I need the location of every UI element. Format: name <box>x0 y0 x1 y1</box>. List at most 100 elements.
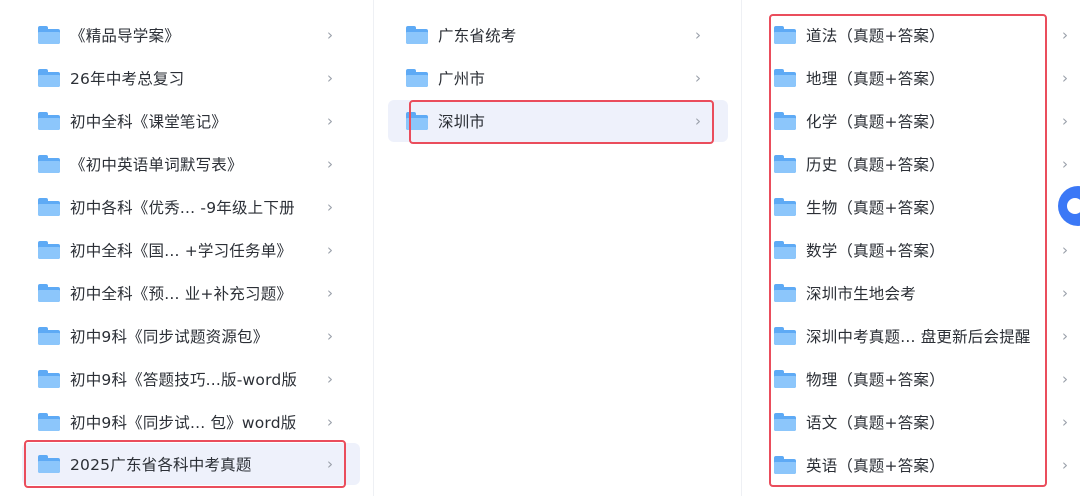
folder-label: 深圳市 <box>438 113 486 131</box>
folder-label: 生物（真题+答案） <box>806 199 945 217</box>
folder-label: 英语（真题+答案） <box>806 457 945 475</box>
folder-item[interactable]: 《精品导学案》 › <box>22 14 360 56</box>
folder-item[interactable]: 地理（真题+答案） › <box>757 57 1080 99</box>
chevron-right-icon: › <box>1062 413 1068 431</box>
chevron-right-icon: › <box>1062 69 1068 87</box>
folder-label: 初中全科《课堂笔记》 <box>70 113 228 131</box>
folder-icon <box>38 112 60 130</box>
folder-icon <box>406 69 428 87</box>
folder-item[interactable]: 深圳中考真题... 盘更新后会提醒 › <box>757 315 1080 357</box>
chevron-right-icon: › <box>327 198 333 216</box>
folder-icon <box>774 198 796 216</box>
folder-item-selected[interactable]: 2025广东省各科中考真题 › <box>22 443 360 485</box>
folder-item[interactable]: 《初中英语单词默写表》 › <box>22 143 360 185</box>
folder-item[interactable]: 广州市 › <box>388 57 728 99</box>
folder-item[interactable]: 初中9科《答题技巧...版-word版 › <box>22 358 360 400</box>
folder-label: 地理（真题+答案） <box>806 70 945 88</box>
folder-label: 初中全科《预... 业+补充习题》 <box>70 285 293 303</box>
chevron-right-icon: › <box>1062 241 1068 259</box>
folder-icon <box>774 413 796 431</box>
chevron-right-icon: › <box>327 69 333 87</box>
chevron-right-icon: › <box>327 241 333 259</box>
chevron-right-icon: › <box>327 284 333 302</box>
folder-label: 道法（真题+答案） <box>806 27 945 45</box>
folder-label: 《精品导学案》 <box>70 27 180 45</box>
folder-icon <box>38 284 60 302</box>
chevron-right-icon: › <box>327 327 333 345</box>
folder-item[interactable]: 初中全科《预... 业+补充习题》 › <box>22 272 360 314</box>
folder-item-selected[interactable]: 深圳市 › <box>388 100 728 142</box>
folder-label: 《初中英语单词默写表》 <box>70 156 243 174</box>
folder-icon <box>38 370 60 388</box>
folder-label: 2025广东省各科中考真题 <box>70 456 252 474</box>
chevron-right-icon: › <box>327 26 333 44</box>
folder-item[interactable]: 初中各科《优秀... -9年级上下册 › <box>22 186 360 228</box>
chevron-right-icon: › <box>1062 155 1068 173</box>
folder-label: 初中9科《同步试... 包》word版 <box>70 414 297 432</box>
folder-icon <box>38 198 60 216</box>
folder-label: 数学（真题+答案） <box>806 242 945 260</box>
folder-item[interactable]: 历史（真题+答案） › <box>757 143 1080 185</box>
chevron-right-icon: › <box>327 155 333 173</box>
folder-label: 初中各科《优秀... -9年级上下册 <box>70 199 295 217</box>
folder-column-root: 《精品导学案》 › 26年中考总复习 › 初中全科《课堂笔记》 › 《初中英语单… <box>22 0 360 496</box>
folder-item[interactable]: 初中全科《国... +学习任务单》 › <box>22 229 360 271</box>
folder-label: 26年中考总复习 <box>70 70 185 88</box>
folder-item[interactable]: 语文（真题+答案） › <box>757 401 1080 443</box>
folder-item[interactable]: 26年中考总复习 › <box>22 57 360 99</box>
folder-icon <box>406 112 428 130</box>
folder-label: 深圳市生地会考 <box>806 285 916 303</box>
folder-label: 初中全科《国... +学习任务单》 <box>70 242 293 260</box>
folder-icon <box>38 413 60 431</box>
folder-icon <box>774 327 796 345</box>
folder-label: 化学（真题+答案） <box>806 113 945 131</box>
chevron-right-icon: › <box>1062 112 1068 130</box>
column-divider <box>373 0 374 496</box>
chevron-right-icon: › <box>327 413 333 431</box>
folder-icon <box>38 327 60 345</box>
folder-item[interactable]: 数学（真题+答案） › <box>757 229 1080 271</box>
folder-icon <box>774 26 796 44</box>
folder-item[interactable]: 生物（真题+答案） › <box>757 186 1080 228</box>
folder-icon <box>406 26 428 44</box>
chevron-right-icon: › <box>327 455 333 473</box>
folder-icon <box>38 26 60 44</box>
folder-icon <box>774 456 796 474</box>
chevron-right-icon: › <box>1062 26 1068 44</box>
folder-item[interactable]: 广东省统考 › <box>388 14 728 56</box>
chevron-right-icon: › <box>1062 370 1068 388</box>
folder-item[interactable]: 物理（真题+答案） › <box>757 358 1080 400</box>
folder-label: 历史（真题+答案） <box>806 156 945 174</box>
folder-icon <box>38 155 60 173</box>
chevron-right-icon: › <box>1062 284 1068 302</box>
folder-column-province: 广东省统考 › 广州市 › 深圳市 › <box>388 0 728 496</box>
folder-icon <box>774 241 796 259</box>
folder-column-city: 道法（真题+答案） › 地理（真题+答案） › 化学（真题+答案） › 历史（真… <box>757 0 1080 496</box>
chevron-right-icon: › <box>327 370 333 388</box>
chevron-right-icon: › <box>327 112 333 130</box>
folder-item[interactable]: 初中9科《同步试... 包》word版 › <box>22 401 360 443</box>
folder-label: 语文（真题+答案） <box>806 414 945 432</box>
folder-label: 深圳中考真题... 盘更新后会提醒 <box>806 328 1031 346</box>
folder-item[interactable]: 深圳市生地会考 › <box>757 272 1080 314</box>
chevron-right-icon: › <box>695 26 701 44</box>
folder-item[interactable]: 道法（真题+答案） › <box>757 14 1080 56</box>
folder-label: 初中9科《同步试题资源包》 <box>70 328 269 346</box>
column-divider <box>741 0 742 496</box>
chevron-right-icon: › <box>1062 456 1068 474</box>
folder-item[interactable]: 化学（真题+答案） › <box>757 100 1080 142</box>
folder-item[interactable]: 初中全科《课堂笔记》 › <box>22 100 360 142</box>
folder-label: 初中9科《答题技巧...版-word版 <box>70 371 298 389</box>
chevron-right-icon: › <box>695 69 701 87</box>
folder-icon <box>38 455 60 473</box>
chevron-right-icon: › <box>1062 327 1068 345</box>
folder-icon <box>774 370 796 388</box>
folder-icon <box>774 69 796 87</box>
chevron-right-icon: › <box>695 112 701 130</box>
folder-item[interactable]: 英语（真题+答案） › <box>757 444 1080 486</box>
folder-icon <box>774 155 796 173</box>
folder-item[interactable]: 初中9科《同步试题资源包》 › <box>22 315 360 357</box>
folder-label: 物理（真题+答案） <box>806 371 945 389</box>
folder-label: 广东省统考 <box>438 27 517 45</box>
folder-label: 广州市 <box>438 70 486 88</box>
